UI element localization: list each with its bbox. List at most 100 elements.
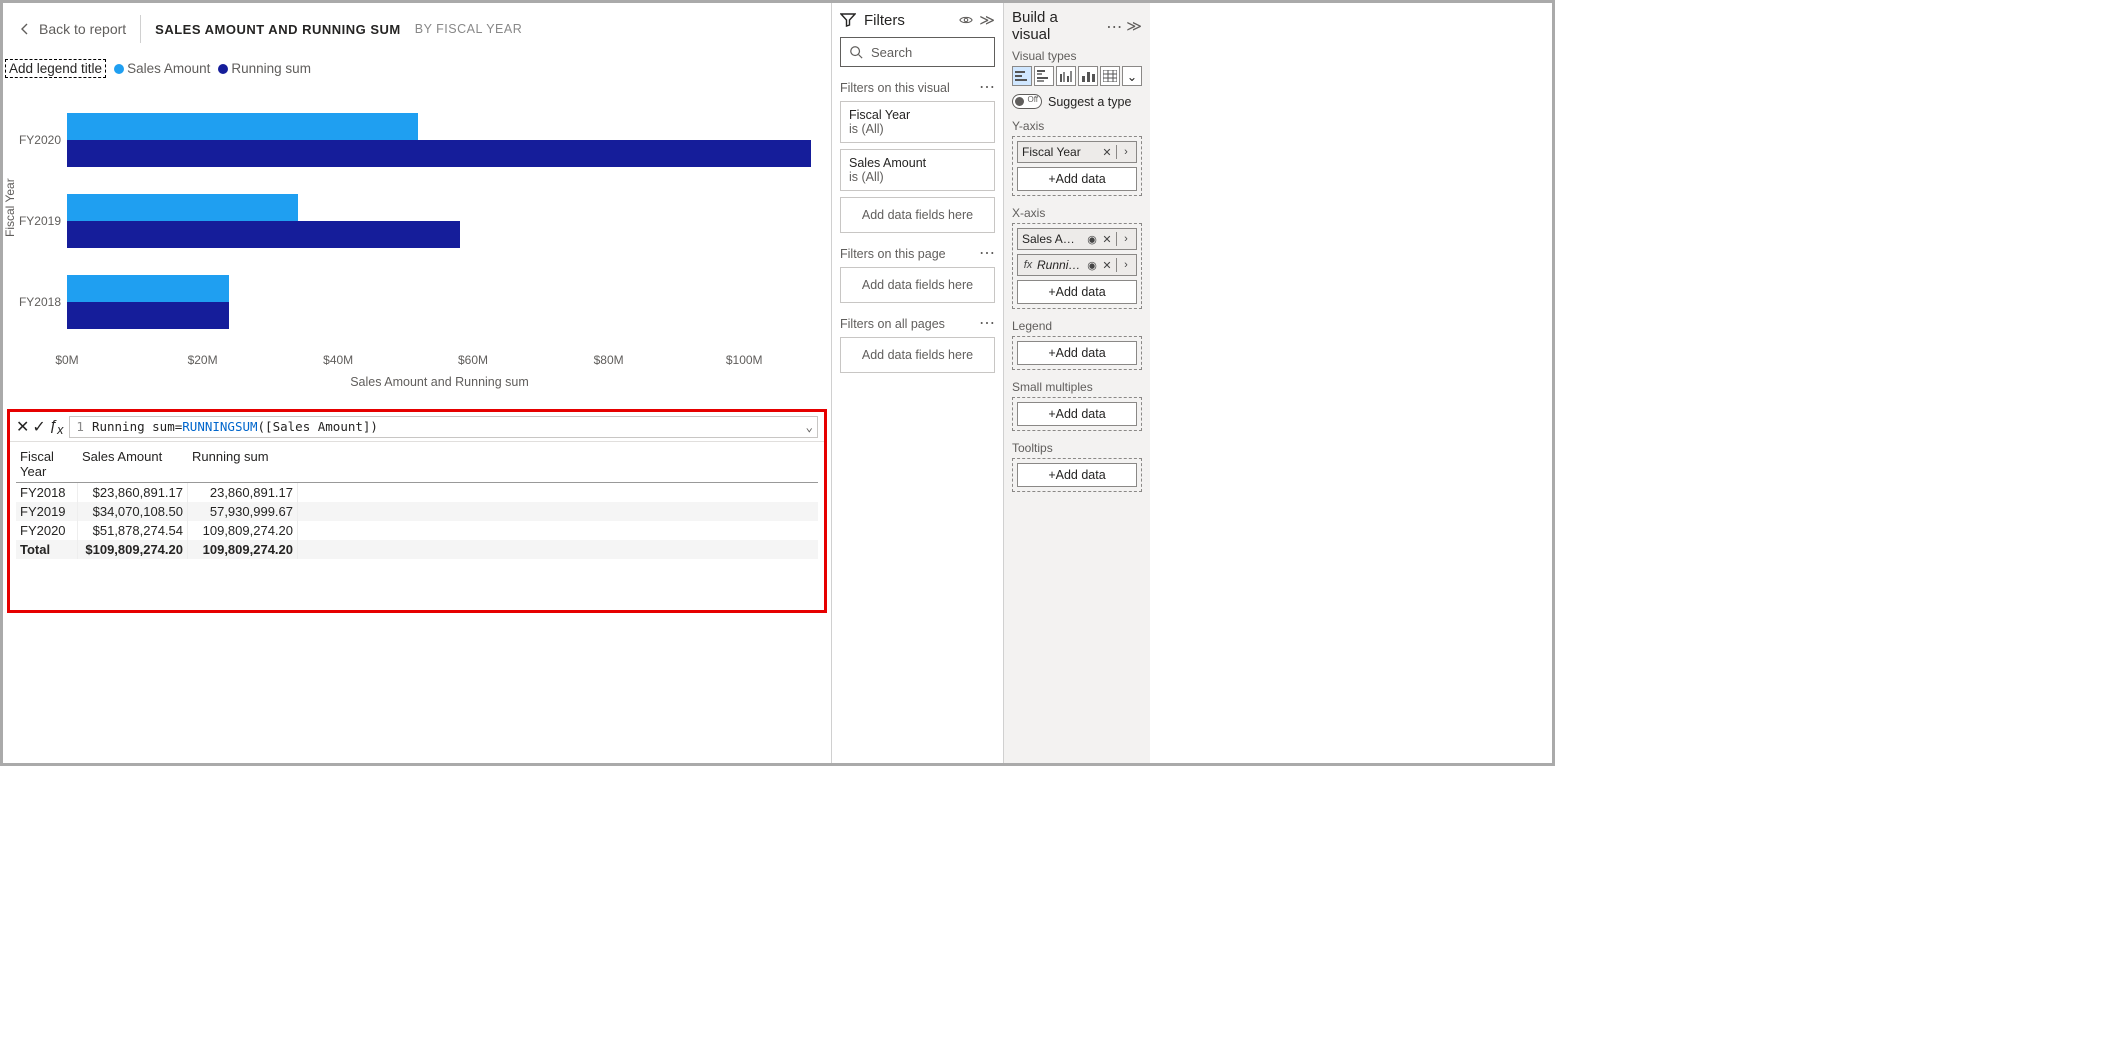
- cancel-formula-icon[interactable]: ✕: [16, 417, 29, 437]
- visual-type-stacked-bar[interactable]: [1012, 66, 1032, 86]
- chevron-down-icon[interactable]: ⌄: [805, 419, 813, 434]
- chevron-right-icon[interactable]: ›: [1120, 146, 1132, 158]
- col-header-sales-amount[interactable]: Sales Amount: [78, 446, 188, 482]
- more-icon[interactable]: [1106, 19, 1120, 33]
- legend-item-2[interactable]: Running sum: [218, 61, 311, 76]
- collapse-icon[interactable]: ≫: [979, 11, 995, 29]
- bar-fy2019-running[interactable]: [67, 221, 460, 248]
- eye-icon[interactable]: ◉: [1086, 259, 1098, 272]
- y-tick-fy2019: FY2019: [13, 214, 61, 228]
- bar-fy2019-sales[interactable]: [67, 194, 298, 221]
- small-multiples-label: Small multiples: [1012, 380, 1142, 394]
- remove-icon[interactable]: ✕: [1101, 233, 1113, 246]
- remove-icon[interactable]: ✕: [1101, 146, 1113, 159]
- small-multiples-well[interactable]: +Add data: [1012, 397, 1142, 431]
- chart-legend: Add legend title Sales Amount Running su…: [5, 59, 311, 78]
- fx-icon[interactable]: ƒx: [49, 417, 64, 437]
- eye-icon[interactable]: [959, 13, 973, 27]
- add-data-yaxis[interactable]: +Add data: [1017, 167, 1137, 191]
- commit-formula-icon[interactable]: ✓: [32, 417, 45, 437]
- x-axis-title: Sales Amount and Running sum: [350, 375, 529, 389]
- data-table: Fiscal Year Sales Amount Running sum FY2…: [10, 446, 824, 559]
- filter-card-fiscal-year[interactable]: Fiscal Year is (All): [840, 101, 995, 143]
- bar-fy2018-sales[interactable]: [67, 275, 229, 302]
- back-label: Back to report: [39, 21, 126, 37]
- table-row: FY2020 $51,878,274.54 109,809,274.20: [16, 521, 818, 540]
- build-title: Build a visual: [1012, 9, 1100, 43]
- visual-type-clustered-column[interactable]: [1056, 66, 1076, 86]
- legend-well[interactable]: +Add data: [1012, 336, 1142, 370]
- build-visual-pane: Build a visual ≫ Visual types ⌄ Off Sugg…: [1003, 3, 1150, 763]
- chevron-right-icon[interactable]: ›: [1120, 259, 1132, 271]
- dropzone-visual[interactable]: Add data fields here: [840, 197, 995, 233]
- suggest-label: Suggest a type: [1048, 95, 1131, 109]
- more-icon[interactable]: [979, 317, 995, 331]
- filters-pane: Filters ≫ Search Filters on this visual …: [831, 3, 1003, 763]
- legend-label: Legend: [1012, 319, 1142, 333]
- remove-icon[interactable]: ✕: [1101, 259, 1113, 272]
- filters-title: Filters: [864, 12, 951, 29]
- add-data-small-multiples[interactable]: +Add data: [1017, 402, 1137, 426]
- filter-icon: [840, 12, 856, 28]
- visual-type-column[interactable]: [1078, 66, 1098, 86]
- y-tick-fy2018: FY2018: [13, 295, 61, 309]
- x-tick: $100M: [726, 353, 763, 367]
- legend-title-input[interactable]: Add legend title: [5, 59, 106, 78]
- visual-types-label: Visual types: [1012, 49, 1142, 63]
- chevron-right-icon[interactable]: ›: [1120, 233, 1132, 245]
- add-data-xaxis[interactable]: +Add data: [1017, 280, 1137, 304]
- tooltips-well[interactable]: +Add data: [1012, 458, 1142, 492]
- dropzone-page[interactable]: Add data fields here: [840, 267, 995, 303]
- bar-fy2020-running[interactable]: [67, 140, 811, 167]
- more-icon[interactable]: [979, 247, 995, 261]
- x-tick: $60M: [458, 353, 488, 367]
- chevron-left-icon: [19, 23, 31, 35]
- filters-on-all-label: Filters on all pages: [840, 317, 945, 331]
- back-to-report-button[interactable]: Back to report: [19, 21, 126, 37]
- search-icon: [849, 45, 863, 59]
- visual-type-table[interactable]: [1100, 66, 1120, 86]
- more-icon[interactable]: [979, 81, 995, 95]
- visual-type-clustered-bar[interactable]: [1034, 66, 1054, 86]
- yaxis-label: Y-axis: [1012, 119, 1142, 133]
- col-header-fiscal-year[interactable]: Fiscal Year: [16, 446, 78, 482]
- bar-fy2020-sales[interactable]: [67, 113, 418, 140]
- page-title: SALES AMOUNT AND RUNNING SUM: [155, 22, 401, 37]
- tooltips-label: Tooltips: [1012, 441, 1142, 455]
- filters-on-visual-label: Filters on this visual: [840, 81, 950, 95]
- table-row: FY2019 $34,070,108.50 57,930,999.67: [16, 502, 818, 521]
- filters-on-page-label: Filters on this page: [840, 247, 946, 261]
- chart-visual: Add legend title Sales Amount Running su…: [3, 59, 823, 401]
- xaxis-label: X-axis: [1012, 206, 1142, 220]
- collapse-icon[interactable]: ≫: [1126, 17, 1142, 35]
- filters-search-input[interactable]: Search: [840, 37, 995, 67]
- field-sales-amount[interactable]: Sales Am… ◉ ✕ ›: [1017, 228, 1137, 250]
- swatch-icon: [114, 64, 124, 74]
- swatch-icon: [218, 64, 228, 74]
- filter-card-sales-amount[interactable]: Sales Amount is (All): [840, 149, 995, 191]
- legend-item-1[interactable]: Sales Amount: [114, 61, 210, 76]
- x-tick: $20M: [188, 353, 218, 367]
- formula-and-table-panel: ✕ ✓ ƒx 1 Running sum = RUNNINGSUM ([ Sal…: [7, 409, 827, 613]
- x-tick: $0M: [55, 353, 78, 367]
- eye-icon[interactable]: ◉: [1086, 233, 1098, 246]
- add-data-tooltips[interactable]: +Add data: [1017, 463, 1137, 487]
- divider: [140, 15, 141, 43]
- yaxis-well[interactable]: Fiscal Year ✕ › +Add data: [1012, 136, 1142, 196]
- add-data-legend[interactable]: +Add data: [1017, 341, 1137, 365]
- field-fiscal-year[interactable]: Fiscal Year ✕ ›: [1017, 141, 1137, 163]
- table-row-total: Total $109,809,274.20 109,809,274.20: [16, 540, 818, 559]
- fx-icon: fx: [1022, 259, 1034, 271]
- page-subtitle: BY FISCAL YEAR: [415, 22, 523, 36]
- search-placeholder: Search: [871, 45, 912, 60]
- x-tick: $40M: [323, 353, 353, 367]
- y-tick-fy2020: FY2020: [13, 133, 61, 147]
- suggest-toggle[interactable]: Off: [1012, 94, 1042, 109]
- visual-type-dropdown[interactable]: ⌄: [1122, 66, 1142, 86]
- xaxis-well[interactable]: Sales Am… ◉ ✕ › fx Runni… ◉ ✕ › +Add dat…: [1012, 223, 1142, 309]
- col-header-running-sum[interactable]: Running sum: [188, 446, 298, 482]
- bar-fy2018-running[interactable]: [67, 302, 229, 329]
- formula-bar[interactable]: 1 Running sum = RUNNINGSUM ([ Sales Amou…: [69, 416, 818, 438]
- dropzone-all[interactable]: Add data fields here: [840, 337, 995, 373]
- field-running-sum[interactable]: fx Runni… ◉ ✕ ›: [1017, 254, 1137, 276]
